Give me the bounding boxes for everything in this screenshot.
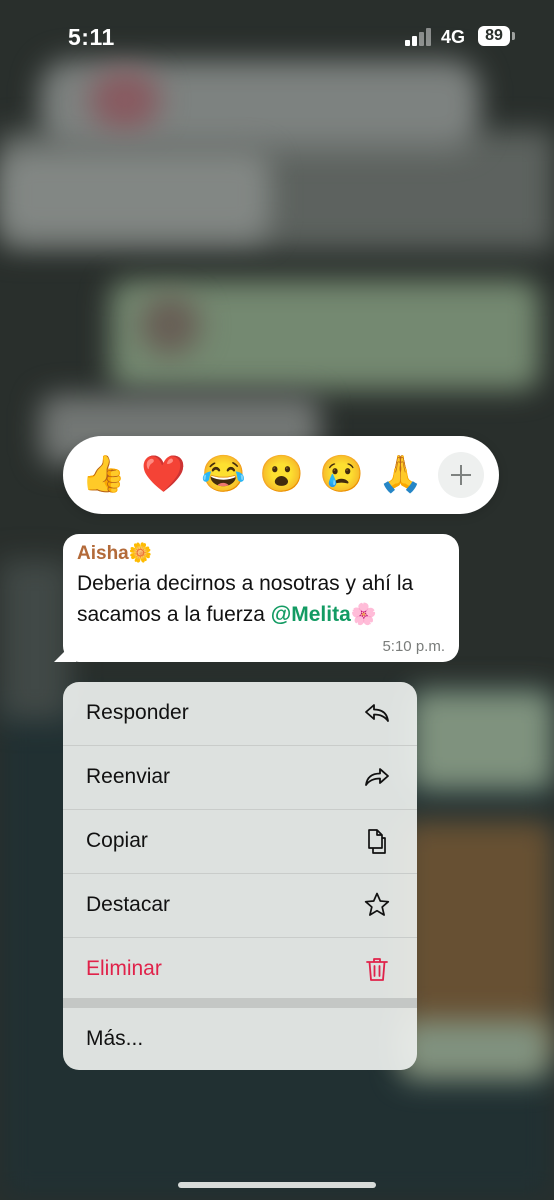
menu-item-forward[interactable]: Reenviar <box>63 746 417 809</box>
star-icon <box>364 892 390 916</box>
reaction-surprised[interactable]: 😮 <box>259 452 304 496</box>
reaction-thumbs-up[interactable]: 👍 <box>81 452 126 496</box>
menu-item-reply[interactable]: Responder <box>63 682 417 745</box>
reply-icon <box>365 704 389 722</box>
reaction-heart[interactable]: ❤️ <box>141 452 186 496</box>
trash-icon <box>366 958 388 981</box>
reaction-sad[interactable]: 😢 <box>319 452 364 496</box>
menu-item-copy[interactable]: Copiar <box>63 810 417 873</box>
context-menu: Responder Reenviar Copiar Destacar Elimi… <box>63 682 417 1070</box>
menu-item-more[interactable]: Más... <box>63 1008 417 1070</box>
menu-item-label: Eliminar <box>86 957 162 980</box>
copy-icon <box>368 829 386 854</box>
reaction-bar: 👍 ❤️ 😂 😮 😢 🙏 <box>63 436 499 514</box>
home-indicator[interactable] <box>178 1182 376 1188</box>
reaction-pray[interactable]: 🙏 <box>378 452 423 496</box>
message-sender: Aisha🌼 <box>77 543 153 564</box>
menu-item-label: Reenviar <box>86 765 171 788</box>
menu-item-label: Responder <box>86 701 189 724</box>
plus-icon[interactable] <box>438 452 484 498</box>
signal-icon <box>405 28 435 46</box>
menu-item-star[interactable]: Destacar <box>63 874 417 937</box>
reaction-laugh[interactable]: 😂 <box>201 452 246 496</box>
message-time: 5:10 p.m. <box>382 638 445 655</box>
battery-tip <box>512 32 515 40</box>
status-time: 5:11 <box>68 24 115 50</box>
menu-item-label: Más... <box>86 1027 144 1050</box>
status-bar: 5:11 4G 89 <box>0 0 554 72</box>
network-type: 4G <box>441 27 466 47</box>
message-bubble[interactable]: Aisha🌼 Deberia decirnos a nosotras y ahí… <box>63 534 459 662</box>
forward-icon <box>365 768 389 786</box>
menu-item-label: Copiar <box>86 829 148 852</box>
menu-divider <box>63 998 417 1008</box>
message-text: Deberia decirnos a nosotras y ahí la sac… <box>77 568 449 630</box>
message-mention[interactable]: @Melita🌸 <box>271 603 377 626</box>
battery-icon: 89 <box>478 26 510 46</box>
menu-item-delete[interactable]: Eliminar <box>63 938 417 1001</box>
menu-item-label: Destacar <box>86 893 171 916</box>
